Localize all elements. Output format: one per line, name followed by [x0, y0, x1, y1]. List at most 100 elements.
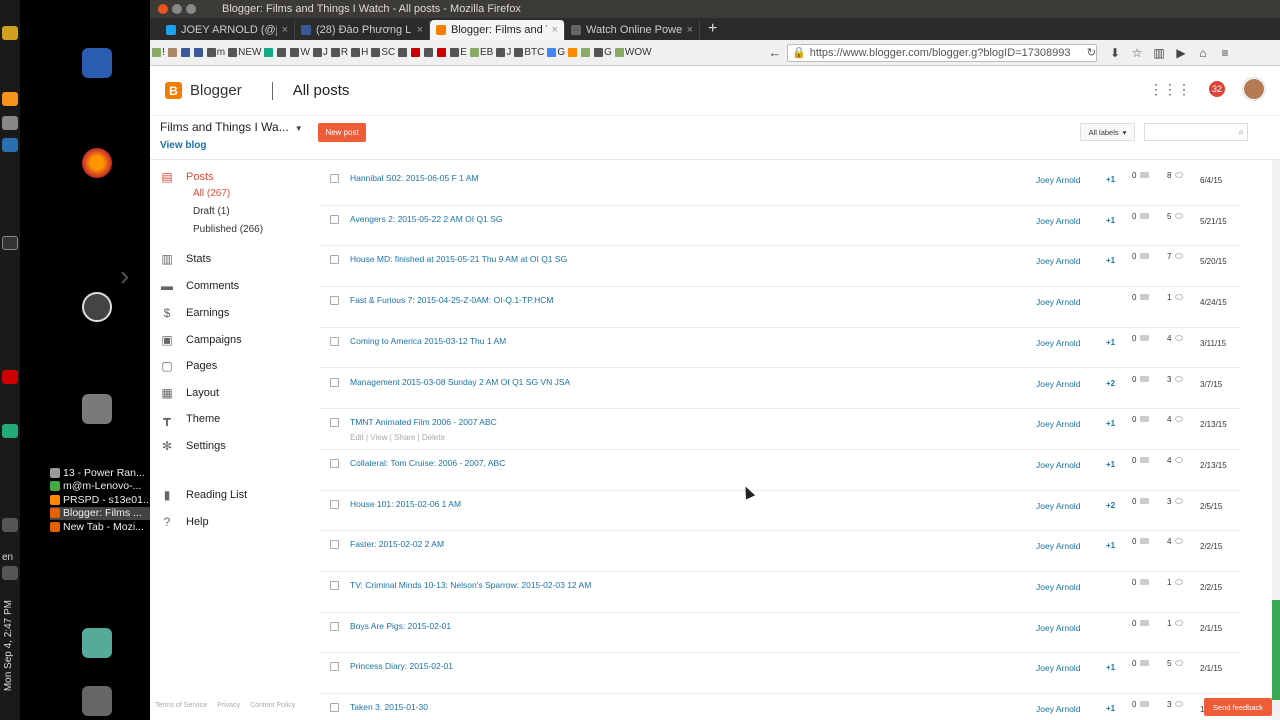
wifi-icon[interactable] — [2, 518, 18, 532]
post-title-link[interactable]: House 101: 2015-02-06 1 AM — [350, 499, 461, 509]
calendar-icon[interactable] — [2, 138, 18, 152]
bookmark-item[interactable]: BTC — [514, 47, 544, 58]
post-title-link[interactable]: Coming to America 2015-03-12 Thu 1 AM — [350, 336, 506, 346]
sidebar-item-campaigns[interactable]: ▣ Campaigns — [160, 333, 241, 347]
plus-one-count[interactable]: +1 — [1106, 256, 1115, 265]
back-icon[interactable]: ← — [767, 45, 783, 60]
post-author-link[interactable]: Joey Arnold — [1036, 501, 1080, 511]
table-row[interactable]: Boys Are Pigs: 2015-02-01 Joey Arnold 0 1 2/… — [320, 613, 1240, 654]
table-row[interactable]: Collateral: Tom Cruise: 2006 - 2007, ABC… — [320, 450, 1240, 491]
bookmark-item[interactable]: R — [330, 47, 348, 58]
trash-icon[interactable] — [82, 686, 112, 716]
new-tab-button[interactable]: + — [700, 20, 725, 40]
bookmark-item[interactable]: E — [450, 47, 467, 58]
minimize-window-button[interactable] — [172, 4, 182, 14]
post-title-link[interactable]: Fast & Furious 7: 2015-04-25-Z-0AM: OI-Q… — [350, 295, 553, 305]
ubuntu-icon[interactable] — [82, 292, 112, 322]
sidebar-subitem[interactable]: Draft (1) — [193, 206, 230, 217]
bookmark-item[interactable] — [264, 48, 274, 57]
table-row[interactable]: TV: Criminal Minds 10-13: Nelson's Sparr… — [320, 572, 1240, 613]
window-list-item[interactable]: PRSPD - s13e01... — [50, 493, 150, 507]
bookmark-item[interactable]: J — [312, 47, 328, 58]
all-labels-dropdown[interactable]: All labels ▾ — [1080, 123, 1135, 141]
table-row[interactable]: Princess Diary: 2015-02-01 Joey Arnold +1 0… — [320, 653, 1240, 695]
sidebar-subitem[interactable]: Published (266) — [193, 224, 263, 235]
row-checkbox[interactable] — [330, 296, 339, 306]
post-author-link[interactable]: Joey Arnold — [1036, 623, 1080, 633]
post-title-link[interactable]: TV: Criminal Minds 10-13: Nelson's Sparr… — [350, 580, 591, 590]
send-feedback-button[interactable]: Send feedback — [1204, 698, 1272, 716]
table-row[interactable]: Fast & Furious 7: 2015-04-25-Z-0AM: OI-Q… — [320, 287, 1240, 328]
footer-link[interactable]: Content Policy — [250, 702, 295, 709]
download-icon[interactable]: ⬇ — [1107, 46, 1123, 60]
row-checkbox[interactable] — [330, 540, 339, 550]
search-input[interactable]: ⌕ — [1144, 123, 1248, 141]
post-title-link[interactable]: Management 2015-03-08 Sunday 2 AM OI Q1 … — [350, 377, 570, 387]
bookmark-item[interactable] — [568, 48, 578, 57]
post-author-link[interactable]: Joey Arnold — [1036, 297, 1080, 307]
blog-selector[interactable]: Films and Things I Wa... ▼ — [160, 120, 303, 134]
sidebar-item-comments[interactable]: ▬ Comments — [160, 279, 239, 293]
post-actions[interactable]: Edit | View | Share | Delete — [350, 433, 445, 442]
plus-one-count[interactable]: +1 — [1106, 338, 1115, 347]
post-author-link[interactable]: Joey Arnold — [1036, 338, 1080, 348]
table-row[interactable]: Coming to America 2015-03-12 Thu 1 AM Joe… — [320, 328, 1240, 369]
post-author-link[interactable]: Joey Arnold — [1036, 663, 1080, 673]
new-post-button[interactable]: New post — [318, 123, 366, 142]
bookmark-item[interactable]: W — [290, 47, 310, 58]
row-checkbox[interactable] — [330, 336, 339, 346]
youtube-icon[interactable]: ▶ — [1173, 46, 1189, 60]
reload-icon[interactable]: ↻ — [1087, 46, 1096, 59]
bookmark-item[interactable]: m — [206, 47, 225, 58]
sidebar-item-earnings[interactable]: $ Earnings — [160, 306, 230, 320]
close-icon[interactable]: × — [417, 24, 423, 36]
table-row[interactable]: Management 2015-03-08 Sunday 2 AM OI Q1 … — [320, 369, 1240, 410]
bookmark-item[interactable]: WOW — [614, 47, 652, 58]
avatar[interactable] — [1243, 78, 1265, 100]
table-row[interactable]: TMNT Animated Film 2006 - 2007 ABC Edit |… — [320, 409, 1240, 450]
table-row[interactable]: Hannibal S02: 2015-06-05 F 1 AM Joey Arno… — [320, 165, 1240, 206]
close-icon[interactable]: × — [552, 24, 558, 36]
bookmark-item[interactable]: NEW — [228, 47, 261, 58]
bookmark-item[interactable] — [411, 48, 421, 57]
sidebar-subitem[interactable]: All (267) — [193, 188, 230, 199]
post-title-link[interactable]: Collateral: Tom Cruise: 2006 - 2007, ABC — [350, 458, 505, 468]
bookmark-item[interactable]: H — [351, 47, 368, 58]
volume-icon[interactable] — [2, 566, 18, 580]
row-checkbox[interactable] — [330, 377, 339, 387]
post-title-link[interactable]: Hannibal S02: 2015-06-05 F 1 AM — [350, 173, 479, 183]
bookmark-item[interactable] — [167, 48, 178, 57]
view-blog-link[interactable]: View blog — [160, 140, 207, 151]
post-author-link[interactable]: Joey Arnold — [1036, 704, 1080, 714]
footer-link[interactable]: Terms of Service — [155, 702, 207, 709]
bitcoin-icon[interactable] — [2, 92, 18, 106]
bookmark-item[interactable]: G — [547, 47, 565, 58]
post-title-link[interactable]: Princess Diary: 2015-02-01 — [350, 661, 453, 671]
post-title-link[interactable]: Taken 3: 2015-01-30 — [350, 702, 428, 712]
document-icon[interactable] — [82, 48, 112, 78]
obs-icon[interactable] — [2, 236, 18, 250]
post-author-link[interactable]: Joey Arnold — [1036, 379, 1080, 389]
browser-tab[interactable]: Watch Online Power R × — [565, 20, 700, 40]
table-row[interactable]: Taken 3: 2015-01-30Joey Arnold+1031/30/1… — [320, 694, 1240, 720]
sidebar-item-theme[interactable]: ┳ Theme — [160, 412, 220, 426]
post-author-link[interactable]: Joey Arnold — [1036, 419, 1080, 429]
notes-icon[interactable] — [2, 116, 18, 130]
telegram-icon[interactable] — [2, 424, 18, 438]
browser-tab[interactable]: (28) Đào Phương Linh × — [295, 20, 430, 40]
post-title-link[interactable]: Boys Are Pigs: 2015-02-01 — [350, 621, 451, 631]
sidebar-item-settings[interactable]: ✻ Settings — [160, 439, 226, 453]
bookmark-item[interactable] — [277, 48, 287, 57]
bookmark-item[interactable]: EB — [469, 47, 493, 58]
blogger-brand[interactable]: Blogger — [190, 82, 242, 99]
apps-grid-icon[interactable]: ⋮⋮⋮ — [1149, 81, 1191, 98]
sidebar-item-pages[interactable]: ▢ Pages — [160, 359, 217, 373]
post-title-link[interactable]: House MD: finished at 2015-05-21 Thu 9 A… — [350, 254, 567, 264]
bookmark-item[interactable] — [193, 48, 204, 57]
table-row[interactable]: House 101: 2015-02-06 1 AM Joey Arnold +2 0… — [320, 491, 1240, 532]
row-checkbox[interactable] — [330, 499, 339, 509]
window-list-item[interactable]: 13 - Power Ran... — [50, 466, 150, 480]
close-icon[interactable]: × — [282, 24, 288, 36]
menu-icon[interactable]: ≡ — [1217, 46, 1233, 60]
bookmark-item[interactable]: SC — [371, 47, 395, 58]
